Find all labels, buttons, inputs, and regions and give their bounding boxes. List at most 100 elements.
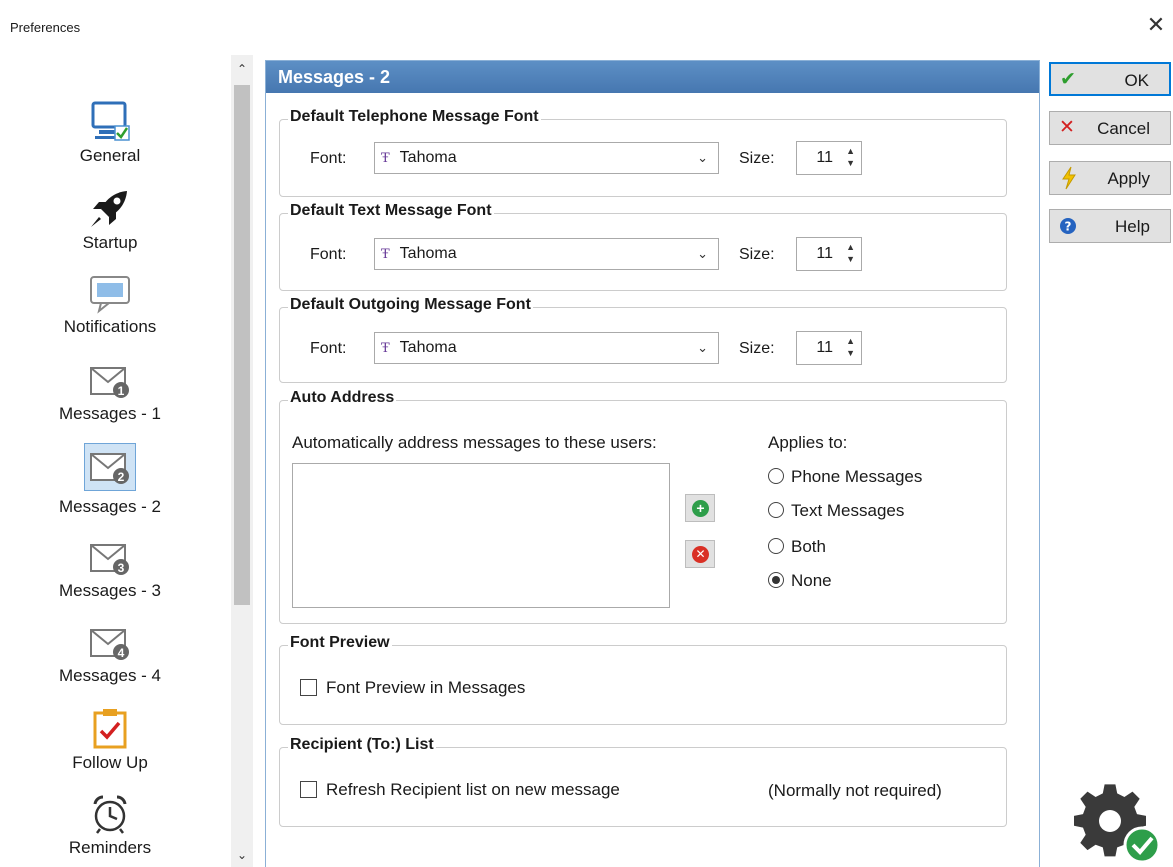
- size-label: Size:: [739, 340, 775, 357]
- chevron-down-icon: ⌄: [697, 340, 708, 355]
- spinner-arrows-icon[interactable]: ▲ ▼: [846, 335, 855, 359]
- scroll-thumb[interactable]: [234, 85, 250, 605]
- selection-highlight: 2: [84, 443, 136, 491]
- settings-panel: Messages - 2 Default Telephone Message F…: [265, 60, 1040, 867]
- clipboard-check-icon: [93, 709, 127, 749]
- sidebar-item-label: General: [79, 146, 141, 165]
- font-label: Font:: [310, 340, 347, 357]
- sidebar-item-label: Messages - 1: [58, 404, 162, 423]
- radio-label: Text Messages: [791, 501, 905, 520]
- scroll-up-icon[interactable]: ⌃: [231, 59, 253, 79]
- font-value: Tahoma: [399, 339, 457, 356]
- envelope-3-icon: 3: [90, 544, 129, 575]
- outgoing-font-group: Default Outgoing Message Font Font: Ŧ Tah…: [279, 296, 1007, 383]
- auto-address-label: Automatically address messages to these …: [292, 433, 657, 452]
- size-value: 11: [816, 245, 833, 262]
- sidebar-item-label: Messages - 3: [58, 581, 162, 600]
- font-preview-checkbox[interactable]: Font Preview in Messages: [300, 678, 525, 698]
- scroll-down-icon[interactable]: ⌄: [231, 845, 253, 865]
- panel-title: Messages - 2: [266, 61, 1039, 93]
- help-button[interactable]: ? Help: [1049, 209, 1171, 243]
- checkmark-icon: ✔: [1060, 69, 1076, 90]
- recipient-note: (Normally not required): [768, 781, 942, 800]
- badge-3: 3: [118, 561, 125, 575]
- alarm-clock-icon: [93, 795, 127, 834]
- close-icon[interactable]: ✕: [1143, 12, 1169, 38]
- sidebar-scrollbar[interactable]: ⌃ ⌄: [231, 55, 253, 867]
- spinner-arrows-icon[interactable]: ▲ ▼: [846, 241, 855, 265]
- x-icon: ✕: [1059, 117, 1075, 138]
- cancel-label: Cancel: [1097, 119, 1150, 138]
- outgoing-size-spinner[interactable]: 11 ▲ ▼: [796, 331, 862, 365]
- telephone-font-select[interactable]: Ŧ Tahoma ⌄: [374, 142, 719, 174]
- radio-both[interactable]: Both: [768, 537, 826, 557]
- group-title: Default Outgoing Message Font: [288, 296, 533, 314]
- truetype-icon: Ŧ: [381, 341, 390, 356]
- sidebar-item-reminders[interactable]: Reminders: [50, 792, 170, 858]
- badge-2: 2: [118, 470, 125, 484]
- sidebar-item-messages-4[interactable]: 4 Messages - 4: [50, 622, 170, 686]
- radio-phone-messages[interactable]: Phone Messages: [768, 467, 922, 487]
- size-label: Size:: [739, 246, 775, 263]
- sidebar-item-label: Follow Up: [72, 753, 148, 772]
- svg-text:?: ?: [1065, 220, 1072, 234]
- gear-check-icon: [1074, 784, 1161, 864]
- outgoing-font-select[interactable]: Ŧ Tahoma ⌄: [374, 332, 719, 364]
- radio-label: Phone Messages: [791, 467, 923, 486]
- checkbox-label: Font Preview in Messages: [326, 678, 526, 697]
- help-label: Help: [1115, 217, 1150, 236]
- ok-button[interactable]: ✔ OK: [1049, 62, 1171, 96]
- group-title: Default Text Message Font: [288, 202, 494, 220]
- sidebar-item-follow-up[interactable]: Follow Up: [50, 707, 170, 773]
- cancel-button[interactable]: ✕ Cancel: [1049, 111, 1171, 145]
- font-preview-group: Font Preview Font Preview in Messages: [279, 634, 1007, 725]
- spinner-arrows-icon[interactable]: ▲ ▼: [846, 145, 855, 169]
- text-font-select[interactable]: Ŧ Tahoma ⌄: [374, 238, 719, 270]
- radio-label: None: [791, 571, 832, 590]
- auto-address-user-list[interactable]: [292, 463, 670, 608]
- radio-indicator[interactable]: [768, 468, 784, 484]
- window-title: Preferences: [10, 20, 81, 35]
- size-value: 11: [816, 339, 833, 356]
- sidebar-item-general[interactable]: General: [50, 100, 170, 166]
- size-label: Size:: [739, 150, 775, 167]
- truetype-icon: Ŧ: [381, 247, 390, 262]
- apply-label: Apply: [1107, 169, 1150, 188]
- rocket-icon: [91, 191, 127, 227]
- text-size-spinner[interactable]: 11 ▲ ▼: [796, 237, 862, 271]
- checkbox-indicator[interactable]: [300, 679, 317, 696]
- sidebar-item-messages-2[interactable]: 2 Messages - 2: [50, 443, 170, 517]
- font-value: Tahoma: [399, 245, 457, 262]
- font-value: Tahoma: [399, 149, 457, 166]
- chevron-down-icon: ⌄: [697, 246, 708, 261]
- remove-user-button[interactable]: ✕: [685, 540, 715, 568]
- sidebar-item-notifications[interactable]: Notifications: [50, 273, 170, 337]
- applies-to-label: Applies to:: [768, 433, 848, 452]
- refresh-recipient-checkbox[interactable]: Refresh Recipient list on new message: [300, 780, 620, 800]
- radio-indicator[interactable]: [768, 572, 784, 588]
- badge-4: 4: [118, 646, 125, 660]
- monitor-check-icon: [91, 101, 130, 141]
- sidebar-item-startup[interactable]: Startup: [50, 187, 170, 253]
- sidebar-item-label: Messages - 2: [58, 497, 162, 516]
- sidebar-item-messages-1[interactable]: 1 Messages - 1: [50, 360, 170, 424]
- speech-bubble-icon: [90, 276, 130, 314]
- add-user-button[interactable]: +: [685, 494, 715, 522]
- group-title: Recipient (To:) List: [288, 736, 436, 754]
- sidebar: General Startup Notifications 1 Messages…: [0, 55, 230, 867]
- truetype-icon: Ŧ: [381, 151, 390, 166]
- radio-indicator[interactable]: [768, 538, 784, 554]
- radio-none[interactable]: None: [768, 571, 832, 591]
- sidebar-item-label: Messages - 4: [58, 666, 162, 685]
- radio-text-messages[interactable]: Text Messages: [768, 501, 904, 521]
- checkbox-indicator[interactable]: [300, 781, 317, 798]
- size-value: 11: [816, 149, 833, 166]
- radio-indicator[interactable]: [768, 502, 784, 518]
- lightning-icon: [1062, 166, 1076, 190]
- telephone-size-spinner[interactable]: 11 ▲ ▼: [796, 141, 862, 175]
- sidebar-item-messages-3[interactable]: 3 Messages - 3: [50, 537, 170, 601]
- plus-icon: +: [692, 500, 709, 517]
- apply-button[interactable]: Apply: [1049, 161, 1171, 195]
- telephone-font-group: Default Telephone Message Font Font: Ŧ Ta…: [279, 108, 1007, 197]
- checkbox-label: Refresh Recipient list on new message: [326, 780, 620, 799]
